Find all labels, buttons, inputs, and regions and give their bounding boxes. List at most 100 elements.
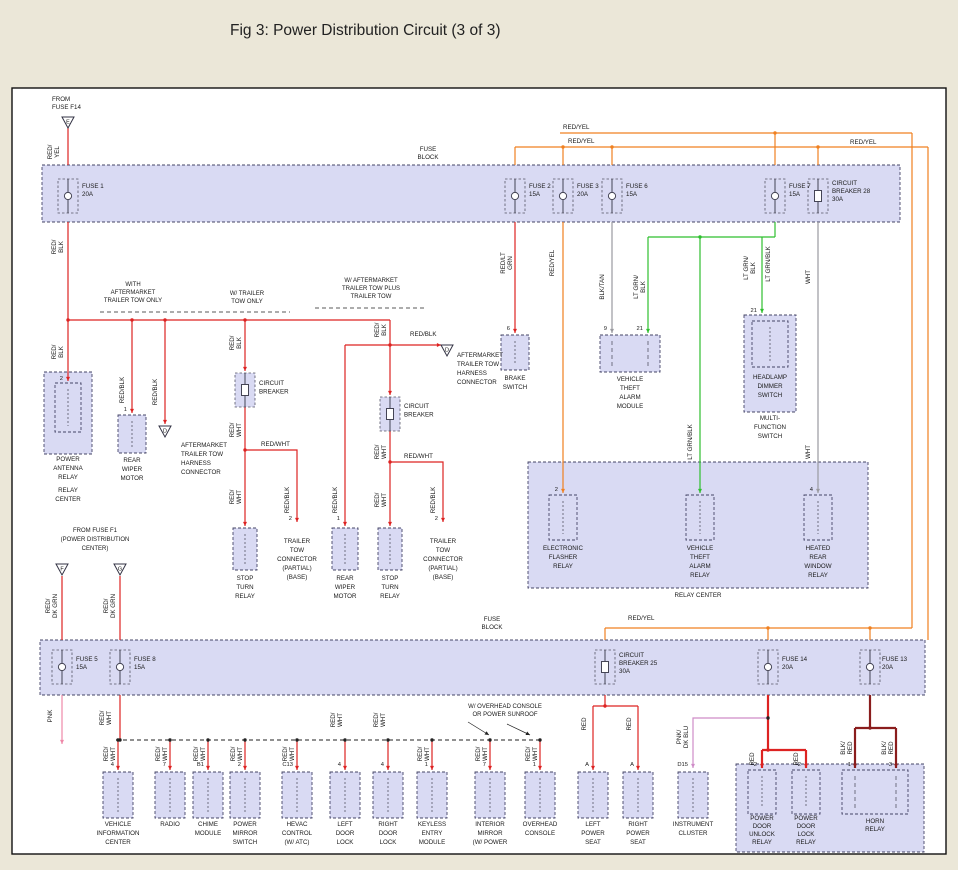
fuse-glyph <box>764 663 771 670</box>
diagram-label: RED/WHT <box>475 746 489 761</box>
diagram-label: LT GRN/BLK <box>765 245 772 281</box>
junction-dot <box>430 738 433 741</box>
diagram-label: 3 <box>889 762 892 768</box>
diagram-label: RED/WHT <box>330 712 344 727</box>
diagram-label: HORNRELAY <box>865 818 885 833</box>
diagram-label: RED/BLK <box>119 376 126 403</box>
junction-dot <box>168 738 171 741</box>
diagram-label: 21 <box>751 308 757 314</box>
diagram-label: RED/YEL <box>568 138 595 145</box>
diagram-label: 2 <box>435 516 438 522</box>
junction-dot <box>561 145 564 148</box>
diagram-label: RED/YEL <box>628 615 655 622</box>
connector-letter: D <box>163 429 167 435</box>
diagram-label: WHT <box>805 445 812 459</box>
junction-dot <box>603 704 606 707</box>
breaker-glyph <box>602 662 609 673</box>
diagram-label: C13 <box>282 762 293 768</box>
junction-dot <box>766 626 769 629</box>
diagram-label: RED/YEL <box>549 249 556 276</box>
diagram-label: BLK/RED <box>840 741 854 755</box>
diagram-label: D15 <box>677 762 688 768</box>
diagram-label: RED/BLK <box>152 378 159 405</box>
junction-dot <box>388 460 391 463</box>
junction-dot <box>610 145 613 148</box>
diagram-label: RED/WHT <box>374 444 388 459</box>
diagram-label: HEADLAMPDIMMERSWITCH <box>753 374 787 399</box>
junction-dot <box>766 716 769 719</box>
diagram-label: 1 <box>124 407 127 413</box>
diagram-label: RED/YEL <box>850 139 877 146</box>
junction-dot <box>488 738 491 741</box>
diagram-label: 1 <box>533 762 536 768</box>
diagram-label: RED/WHT <box>229 422 243 437</box>
diagram-label: BLK/RED <box>881 741 895 755</box>
diagram-label: RED/WHT <box>374 492 388 507</box>
fuse-block-1 <box>42 165 900 222</box>
junction-dot <box>816 145 819 148</box>
diagram-label: A <box>585 762 589 768</box>
diagram-label: 2 <box>798 762 801 768</box>
junction-dot <box>773 131 776 134</box>
diagram-label: RED/WHT <box>230 746 244 761</box>
diagram-label: 7 <box>483 762 486 768</box>
diagram-label: RED/WHT <box>373 712 387 727</box>
diagram-label: RELAY CENTER <box>675 592 722 599</box>
diagram-label: RED <box>626 717 633 731</box>
diagram-label: REARWIPERMOTOR <box>334 575 357 600</box>
diagram-label: RED/WHT <box>525 746 539 761</box>
junction-dot <box>243 448 246 451</box>
diagram-label: RED/WHT <box>193 746 207 761</box>
brake-switch-box <box>501 335 529 370</box>
junction-dot <box>243 318 246 321</box>
diagram-label: POWERMIRRORSWITCH <box>232 821 258 846</box>
fuse-glyph <box>559 192 566 199</box>
fuse-glyph <box>608 192 615 199</box>
diagram-label: A <box>630 762 634 768</box>
diagram-label: 1 <box>425 762 428 768</box>
junction-dot <box>698 235 701 238</box>
diagram-label: RED/BLK <box>51 344 65 359</box>
diagram-label: 2 <box>60 376 63 382</box>
diagram-label: RED/WHT <box>99 710 113 725</box>
junction-dot <box>118 738 121 741</box>
junction-dot <box>295 738 298 741</box>
junction-dot <box>386 738 389 741</box>
diagram-label: RED/WHT <box>282 746 296 761</box>
diagram-label: 1 <box>337 516 340 522</box>
diagram-label: RED/WHT <box>417 746 431 761</box>
junction-dot <box>343 738 346 741</box>
diagram-label: RED/BLK <box>374 322 388 337</box>
fuse-glyph <box>116 663 123 670</box>
fuse-glyph <box>511 192 518 199</box>
diagram-label: STOPTURNRELAY <box>380 575 400 600</box>
diagram-label: 2 <box>238 762 241 768</box>
connector-letter: E <box>66 120 70 126</box>
diagram-label: KEYLESSENTRYMODULE <box>418 821 446 846</box>
breaker-glyph <box>242 385 249 396</box>
fuse-glyph <box>58 663 65 670</box>
diagram-label: RED/BLK <box>284 486 291 513</box>
diagram-label: WHT <box>805 270 812 284</box>
diagram-label: RED/YEL <box>563 124 590 131</box>
diagram-label: LT GRN/BLK <box>687 423 694 459</box>
junction-dot <box>538 738 541 741</box>
junction-dot <box>243 738 246 741</box>
breaker-glyph <box>815 191 822 202</box>
diagram-label: RED/BLK <box>430 486 437 513</box>
diagram-label: BLK/TAN <box>599 274 606 299</box>
junction-dot <box>868 726 871 729</box>
connector-letter: D <box>445 348 449 354</box>
vehicle-theft-alarm-module-box <box>600 335 660 372</box>
diagram-label: FUSEBLOCK <box>418 146 440 161</box>
diagram-label: B1 <box>197 762 204 768</box>
diagram-label: RED/WHT <box>155 746 169 761</box>
junction-dot <box>766 748 769 751</box>
diagram-label: W/ AFTERMARKETTRAILER TOW PLUSTRAILER TO… <box>342 278 400 300</box>
junction-dot <box>206 738 209 741</box>
junction-dot <box>130 318 133 321</box>
horn-relay-box <box>842 770 908 814</box>
diagram-label: RED/YEL <box>47 144 61 159</box>
diagram-label: RED/BLK <box>51 239 65 254</box>
diagram-label: RED/WHT <box>103 746 117 761</box>
